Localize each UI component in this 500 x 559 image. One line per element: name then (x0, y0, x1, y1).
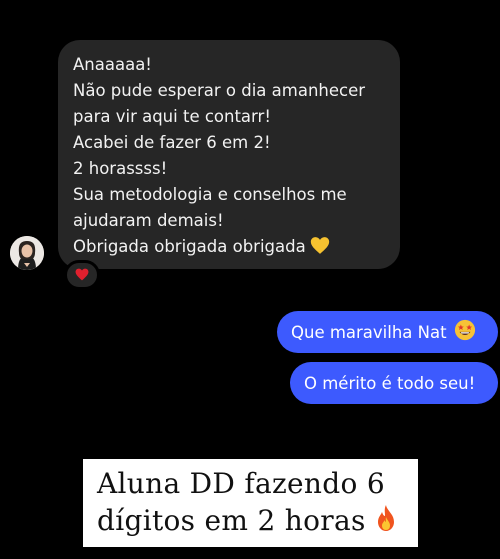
message-line: Não pude esperar o dia amanhecer (73, 81, 366, 100)
caption-line-last: dígitos em 2 horas (97, 502, 404, 541)
outgoing-message-text: O mérito é todo seu! (304, 373, 476, 393)
caption-line-text: dígitos em 2 horas (97, 504, 366, 537)
message-line: ajudaram demais! (73, 211, 224, 230)
message-line-last: Obrigada obrigada obrigada (73, 234, 385, 263)
outgoing-message-bubble[interactable]: O mérito é todo seu! (290, 362, 498, 404)
message-line: Sua metodologia e conselhos me (73, 185, 347, 204)
message-line-text: Obrigada obrigada obrigada (73, 237, 306, 256)
caption-overlay: Aluna DD fazendo 6 dígitos em 2 horas (83, 459, 418, 547)
avatar[interactable] (10, 236, 44, 270)
yellow-heart-icon (310, 236, 330, 263)
fire-icon (374, 504, 398, 541)
message-line: 2 horassss! (73, 159, 168, 178)
red-heart-icon (75, 266, 89, 285)
incoming-message-bubble[interactable]: Anaaaaa! Não pude esperar o dia amanhece… (58, 40, 400, 269)
message-line: Anaaaaa! (73, 55, 152, 74)
star-struck-face-icon (454, 319, 476, 345)
outgoing-message-text: Que maravilha Nat (291, 322, 447, 342)
outgoing-message-bubble[interactable]: Que maravilha Nat (277, 311, 498, 353)
caption-line: Aluna DD fazendo 6 (97, 467, 385, 500)
message-line: para vir aqui te contarr! (73, 107, 271, 126)
message-line: Acabei de fazer 6 em 2! (73, 133, 271, 152)
message-reaction[interactable] (64, 260, 100, 290)
